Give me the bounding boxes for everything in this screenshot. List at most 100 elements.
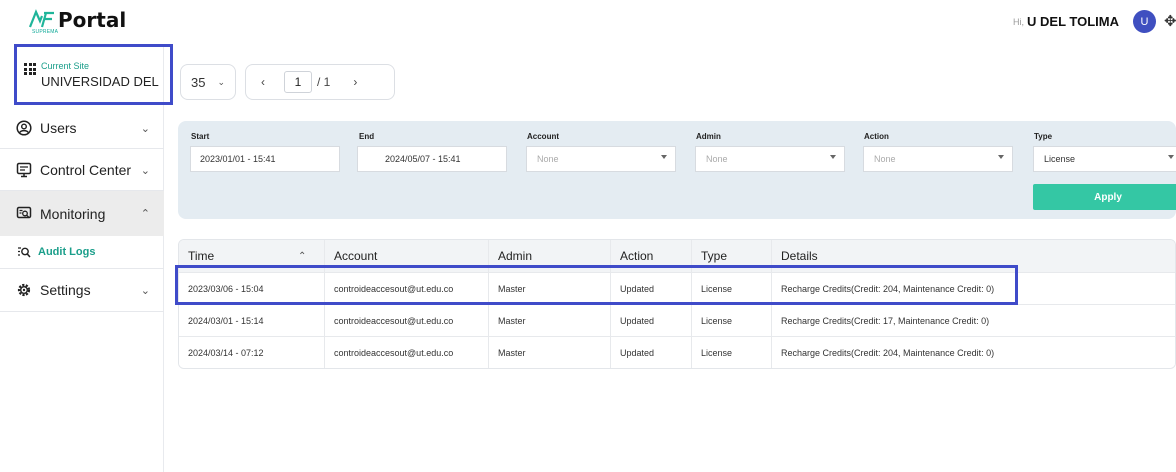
- sidebar-item-control-center[interactable]: Control Center ⌄: [0, 152, 164, 188]
- divider: [0, 148, 164, 149]
- column-header-time[interactable]: Time ⌃: [179, 240, 325, 272]
- end-date-field[interactable]: 2024/05/07 - 15:41: [357, 146, 507, 172]
- chevron-down-icon: ⌄: [140, 122, 150, 135]
- gear-icon: [16, 282, 32, 298]
- account-select[interactable]: None: [526, 146, 676, 172]
- type-label: Type: [1034, 132, 1053, 141]
- caret-down-icon: [1168, 155, 1174, 159]
- cell-account: controideaccesout@ut.edu.co: [325, 273, 489, 304]
- pager: ‹ 1 / 1 ›: [245, 64, 395, 100]
- current-site-label: Current Site: [41, 61, 90, 71]
- cell-type: License: [692, 337, 772, 368]
- header-label: Details: [781, 249, 818, 263]
- cell-time: 2023/03/06 - 15:04: [179, 273, 325, 304]
- divider: [0, 268, 164, 269]
- column-header-action[interactable]: Action: [611, 240, 692, 272]
- table-row[interactable]: 2024/03/14 - 07:12 controideaccesout@ut.…: [179, 336, 1175, 368]
- start-date-value: 2023/01/01 - 15:41: [200, 154, 276, 164]
- header-label: Time: [188, 249, 215, 263]
- chevron-up-icon: ⌃: [140, 208, 150, 220]
- divider: [0, 311, 164, 312]
- total-pages: / 1: [317, 75, 331, 89]
- end-label: End: [359, 132, 375, 141]
- admin-value: None: [706, 154, 728, 164]
- action-value: None: [874, 154, 896, 164]
- cell-admin: Master: [489, 305, 611, 336]
- sort-ascending-icon[interactable]: ⌃: [298, 251, 306, 262]
- grid-icon: [24, 63, 36, 75]
- top-header: SUPREMA Portal Hi, U DEL TOLIMA U ✥: [0, 0, 1176, 46]
- cell-details: Recharge Credits(Credit: 204, Maintenanc…: [781, 283, 995, 294]
- sidebar-item-label: Settings: [40, 282, 91, 298]
- move-icon[interactable]: ✥: [1164, 13, 1176, 31]
- caret-down-icon: [998, 155, 1004, 159]
- action-select[interactable]: None: [863, 146, 1013, 172]
- monitoring-icon: [16, 206, 32, 222]
- sidebar-item-settings[interactable]: Settings ⌄: [0, 274, 164, 306]
- search-list-icon: [17, 245, 31, 259]
- sidebar-subitem-audit-logs[interactable]: Audit Logs: [0, 242, 164, 262]
- account-value: None: [537, 154, 559, 164]
- current-page-input[interactable]: 1: [284, 71, 312, 93]
- chevron-down-icon: ⌄: [217, 76, 225, 87]
- cell-admin: Master: [489, 273, 611, 304]
- cell-action: Updated: [611, 305, 692, 336]
- cell-action: Updated: [611, 273, 692, 304]
- audit-log-table: Time ⌃ Account Admin Action Type Details …: [178, 239, 1176, 369]
- cell-type: License: [692, 305, 772, 336]
- header-label: Action: [620, 249, 654, 263]
- cell-admin: Master: [489, 337, 611, 368]
- admin-label: Admin: [696, 132, 721, 141]
- logo-mark-icon: SUPREMA: [28, 9, 59, 35]
- column-header-admin[interactable]: Admin: [489, 240, 611, 272]
- start-date-field[interactable]: 2023/01/01 - 15:41: [190, 146, 340, 172]
- header-label: Type: [701, 249, 728, 263]
- admin-select[interactable]: None: [695, 146, 845, 172]
- prev-page-icon[interactable]: ‹: [248, 75, 278, 89]
- type-select[interactable]: License: [1033, 146, 1176, 172]
- user-area: Hi, U DEL TOLIMA U ✥: [1013, 10, 1176, 33]
- end-date-value: 2024/05/07 - 15:41: [385, 154, 461, 164]
- sidebar-item-label: Monitoring: [40, 205, 106, 222]
- table-row[interactable]: 2024/03/01 - 15:14 controideaccesout@ut.…: [179, 304, 1175, 336]
- table-header-row: Time ⌃ Account Admin Action Type Details: [179, 240, 1175, 272]
- cell-time: 2024/03/01 - 15:14: [179, 305, 325, 336]
- header-label: Account: [334, 249, 378, 263]
- apply-button[interactable]: Apply: [1033, 184, 1176, 210]
- sidebar-item-label: Control Center: [40, 162, 132, 178]
- table-row[interactable]: 2023/03/06 - 15:04 controideaccesout@ut.…: [179, 272, 1175, 304]
- greeting: Hi,: [1013, 16, 1025, 27]
- column-header-account[interactable]: Account: [325, 240, 489, 272]
- sidebar-subitem-label: Audit Logs: [38, 246, 96, 258]
- column-header-details[interactable]: Details: [772, 240, 1175, 272]
- type-value: License: [1044, 154, 1076, 164]
- avatar[interactable]: U: [1133, 10, 1156, 33]
- cell-type: License: [692, 273, 772, 304]
- sidebar-item-monitoring[interactable]: Monitoring ⌃: [0, 191, 164, 236]
- user-icon: [16, 120, 32, 136]
- logo-subtitle: SUPREMA: [32, 29, 59, 35]
- page-size-select[interactable]: 35 ⌄: [180, 64, 236, 100]
- caret-down-icon: [830, 155, 836, 159]
- next-page-icon[interactable]: ›: [340, 75, 370, 89]
- action-label: Action: [864, 132, 889, 141]
- cell-action: Updated: [611, 337, 692, 368]
- cell-details: Recharge Credits(Credit: 17, Maintenance…: [781, 315, 990, 326]
- header-label: Admin: [498, 249, 533, 263]
- current-site-name[interactable]: UNIVERSIDAD DEL TOLIMA: [41, 74, 161, 89]
- chevron-down-icon: ⌄: [140, 164, 150, 177]
- logo-text: Portal: [58, 8, 127, 32]
- cell-account: controideaccesout@ut.edu.co: [325, 305, 489, 336]
- caret-down-icon: [661, 155, 667, 159]
- portal-logo[interactable]: SUPREMA Portal: [28, 8, 127, 35]
- username[interactable]: U DEL TOLIMA: [1027, 14, 1119, 29]
- cell-details: Recharge Credits(Credit: 204, Maintenanc…: [781, 347, 995, 358]
- cell-account: controideaccesout@ut.edu.co: [325, 337, 489, 368]
- column-header-type[interactable]: Type: [692, 240, 772, 272]
- sidebar-item-label: Users: [40, 120, 77, 136]
- page-size-value: 35: [190, 74, 206, 90]
- account-label: Account: [527, 132, 559, 141]
- monitor-icon: [16, 162, 32, 178]
- sidebar-item-users[interactable]: Users ⌄: [0, 113, 164, 143]
- chevron-down-icon: ⌄: [140, 284, 150, 297]
